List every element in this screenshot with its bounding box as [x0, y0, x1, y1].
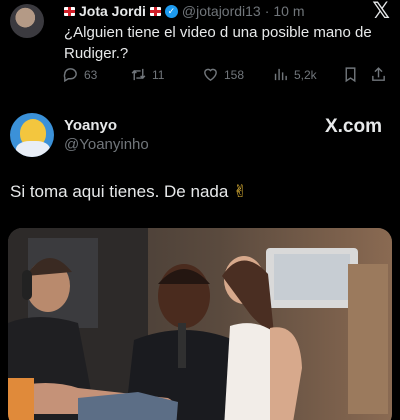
separator: ·: [264, 3, 270, 19]
reply-count: 63: [84, 67, 98, 82]
photo-media: [8, 228, 392, 420]
share-icon: [372, 67, 385, 81]
like-count: 158: [224, 67, 245, 82]
views-button[interactable]: 5,2k: [272, 66, 317, 83]
share-button[interactable]: [370, 66, 387, 83]
bookmark-button[interactable]: [342, 66, 359, 83]
tweet-actions: 63 11 158 5,2k: [62, 66, 392, 86]
user-handle[interactable]: @Yoanyinho: [64, 136, 149, 153]
verified-badge-icon: ✓: [164, 4, 178, 18]
england-flag-icon: [149, 6, 161, 16]
england-flag-icon: [64, 6, 75, 16]
reply-button[interactable]: 63: [62, 66, 97, 83]
display-name[interactable]: Yoanyo: [64, 117, 117, 134]
like-icon: [204, 68, 217, 82]
retweet-button[interactable]: 11: [130, 66, 164, 83]
bookmark-icon: [345, 67, 356, 83]
tweet-header: Jota Jordi ✓ @jotajordi13 · 10 m: [64, 2, 305, 20]
avatar[interactable]: [10, 113, 54, 157]
view-count: 5,2k: [294, 67, 317, 82]
tweet-text: ¿Alguien tiene el video d una posible ma…: [64, 24, 372, 62]
reply-tweet[interactable]: Jota Jordi ✓ @jotajordi13 · 10 m 𝕏 ¿Algu…: [0, 0, 400, 100]
tweet-photo[interactable]: [8, 228, 392, 420]
brand-watermark: X.com: [324, 116, 382, 137]
retweet-icon: [131, 68, 146, 81]
timestamp[interactable]: 10 m: [273, 3, 304, 19]
main-tweet[interactable]: Yoanyo @Yoanyinho X.com Si toma aqui tie…: [0, 105, 400, 420]
x-logo-icon: 𝕏: [372, 0, 390, 23]
tweet-body: Si toma aqui tienes. De nada: [10, 182, 229, 201]
victory-hand-icon: ✌: [233, 182, 248, 202]
user-handle[interactable]: @jotajordi13: [182, 3, 261, 19]
retweet-count: 11: [152, 67, 165, 82]
reply-icon: [63, 68, 77, 83]
like-button[interactable]: 158: [202, 66, 244, 83]
avatar[interactable]: [10, 4, 44, 38]
display-name[interactable]: Jota Jordi: [79, 3, 146, 19]
tweet-text: Si toma aqui tienes. De nada ✌: [10, 182, 247, 202]
views-icon: [274, 68, 287, 81]
